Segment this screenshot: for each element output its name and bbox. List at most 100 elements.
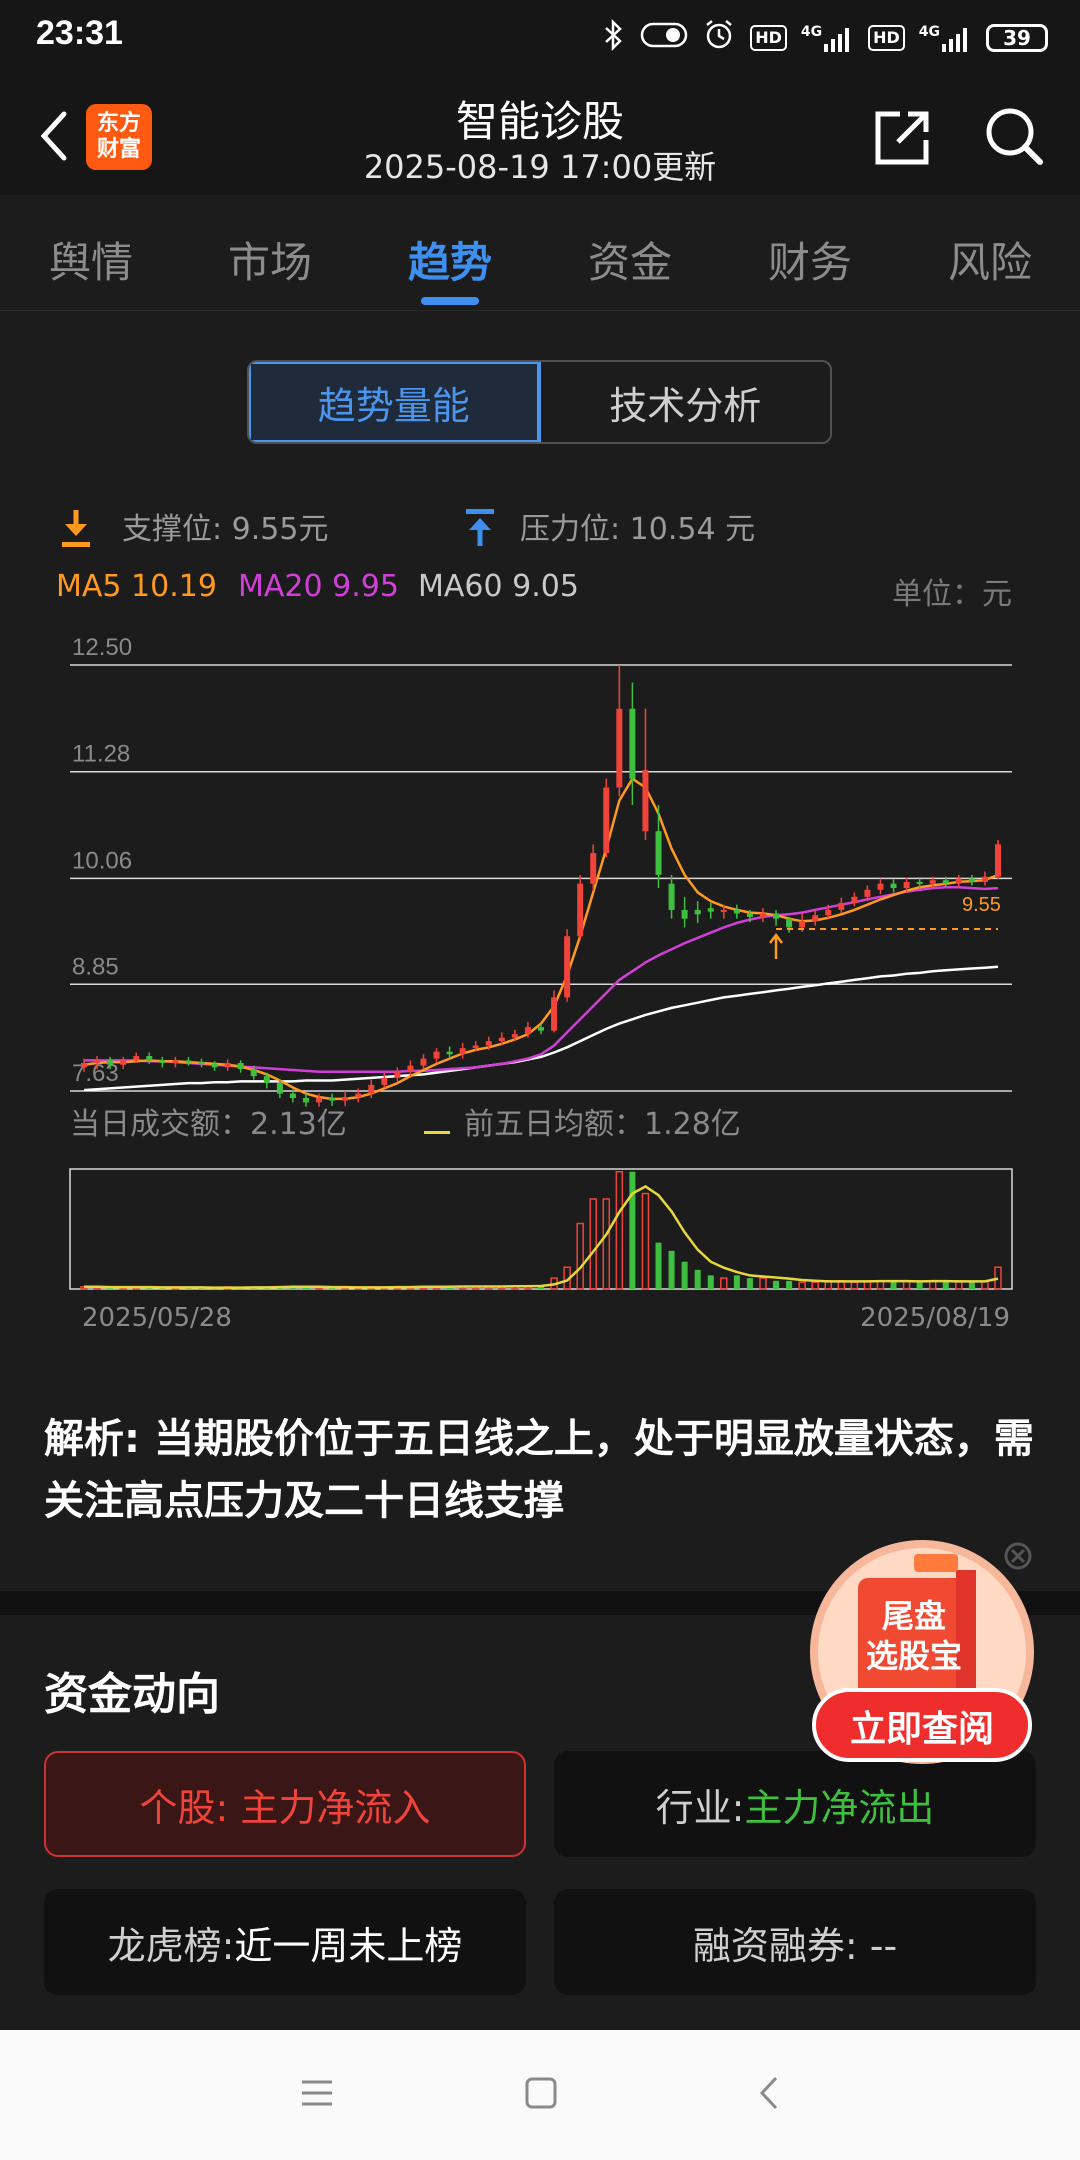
candle xyxy=(773,913,780,919)
start-date: 2025/05/28 xyxy=(82,1303,232,1333)
candle xyxy=(642,769,649,832)
candle xyxy=(198,1062,205,1065)
share-icon xyxy=(875,111,929,165)
volume-bar xyxy=(720,1277,728,1290)
candle xyxy=(289,1093,296,1098)
volume-bar xyxy=(773,1280,780,1289)
candle xyxy=(133,1056,140,1061)
candle xyxy=(355,1093,362,1098)
volume-panel-frame xyxy=(69,1168,1013,1290)
support-value-label: 9.55 xyxy=(962,894,1001,916)
candle xyxy=(786,918,793,928)
today-turnover: 当日成交额：2.13亿 xyxy=(70,1107,347,1142)
candle xyxy=(237,1063,244,1070)
tab-trend[interactable]: 趋势 xyxy=(380,229,520,290)
analysis-body: 当期股价位于五日线之上，处于明显放量状态，需关注高点压力及二十日线支撑 xyxy=(44,1416,1034,1524)
candle xyxy=(564,936,571,998)
volume-bar xyxy=(916,1282,923,1289)
volume-bar xyxy=(733,1275,740,1289)
candle xyxy=(524,1027,531,1035)
volume-bar xyxy=(641,1192,650,1290)
promo-widget[interactable]: 尾盘 选股宝 立即查阅 xyxy=(806,1540,1038,1780)
volume-bar xyxy=(811,1281,819,1290)
search-icon xyxy=(986,108,1043,165)
candle xyxy=(211,1063,218,1068)
candle xyxy=(681,909,688,919)
tab-risk[interactable]: 风险 xyxy=(920,229,1060,290)
volume-bar xyxy=(694,1269,701,1289)
home-nav-button[interactable] xyxy=(524,2076,558,2114)
candle xyxy=(498,1037,505,1042)
candle xyxy=(942,880,949,884)
volume-bar xyxy=(850,1281,859,1290)
candle xyxy=(120,1060,127,1065)
candle xyxy=(146,1056,153,1061)
end-date: 2025/08/19 xyxy=(860,1303,1010,1333)
tab-funds[interactable]: 资金 xyxy=(560,229,700,290)
status-time: 23:31 xyxy=(36,14,123,52)
hd-badge-2: HD xyxy=(868,25,905,51)
tab-market[interactable]: 市场 xyxy=(200,229,340,290)
candle xyxy=(433,1051,440,1059)
promo-line-1: 尾盘 xyxy=(881,1597,946,1635)
alarm-icon xyxy=(702,18,736,58)
tab-finance[interactable]: 财务 xyxy=(740,229,880,290)
menu-nav-button[interactable] xyxy=(300,2076,334,2114)
ma5-line xyxy=(83,776,999,1101)
candle xyxy=(707,908,714,912)
volume-bar xyxy=(707,1275,714,1289)
volume-bar xyxy=(681,1261,688,1289)
candle xyxy=(759,913,766,917)
candle xyxy=(538,1027,544,1031)
candle xyxy=(903,881,910,889)
analysis-label: 解析: xyxy=(44,1416,140,1462)
candle xyxy=(551,997,558,1031)
five-day-avg-turnover: 前五日均额：1.28亿 xyxy=(464,1107,741,1142)
candle xyxy=(629,708,636,779)
candle xyxy=(590,853,597,884)
candle xyxy=(838,902,845,910)
status-icons: HD 4G HD 4G 39 xyxy=(602,18,1048,58)
candle xyxy=(485,1041,492,1046)
candle xyxy=(668,883,675,910)
stock-fund-card[interactable]: 个股: 主力净流入 xyxy=(44,1751,526,1857)
bluetooth-icon xyxy=(602,18,626,57)
candle xyxy=(968,878,975,882)
hd-badge-1: HD xyxy=(750,25,787,51)
candle xyxy=(420,1058,427,1066)
tab-sentiment[interactable]: 舆情 xyxy=(21,229,161,290)
volume-bar xyxy=(786,1280,793,1289)
network-label-2: 4G xyxy=(918,24,940,40)
menu-icon xyxy=(302,2080,332,2106)
back-icon xyxy=(759,2076,778,2110)
candle xyxy=(172,1060,179,1064)
candle xyxy=(916,881,923,884)
candlestick-chart: 12.5011.2810.068.857.639.55 xyxy=(69,634,1013,1290)
dragon-tiger-card[interactable]: 龙虎榜: 近一周未上榜 xyxy=(44,1889,526,1995)
candle xyxy=(459,1048,466,1055)
candle xyxy=(224,1063,231,1068)
back-nav-button[interactable] xyxy=(752,2074,786,2116)
volume-bar xyxy=(602,1198,611,1290)
candle xyxy=(446,1051,453,1055)
volume-bar xyxy=(589,1198,597,1290)
candle xyxy=(394,1071,401,1078)
system-nav-bar xyxy=(0,2030,1080,2160)
margin-trading-card[interactable]: 融资融券: -- xyxy=(554,1889,1036,1995)
volume-bar xyxy=(759,1277,767,1290)
candle xyxy=(94,1060,101,1064)
category-tabs: 舆情 市场 趋势 资金 财务 风险 xyxy=(0,195,1080,311)
signal-icon-2: 4G xyxy=(919,24,972,52)
avg-line-legend-icon xyxy=(424,1111,452,1146)
industry-value: 主力净流出 xyxy=(744,1785,935,1830)
candle xyxy=(733,909,740,914)
candle xyxy=(407,1065,414,1072)
share-button[interactable] xyxy=(872,108,932,168)
y-tick-label: 11.28 xyxy=(72,741,130,768)
volume-bar xyxy=(668,1250,675,1289)
volume-bar xyxy=(629,1171,636,1289)
candle xyxy=(929,880,936,884)
volume-bar xyxy=(942,1281,949,1289)
candle xyxy=(81,1063,87,1068)
search-button[interactable] xyxy=(984,106,1044,166)
